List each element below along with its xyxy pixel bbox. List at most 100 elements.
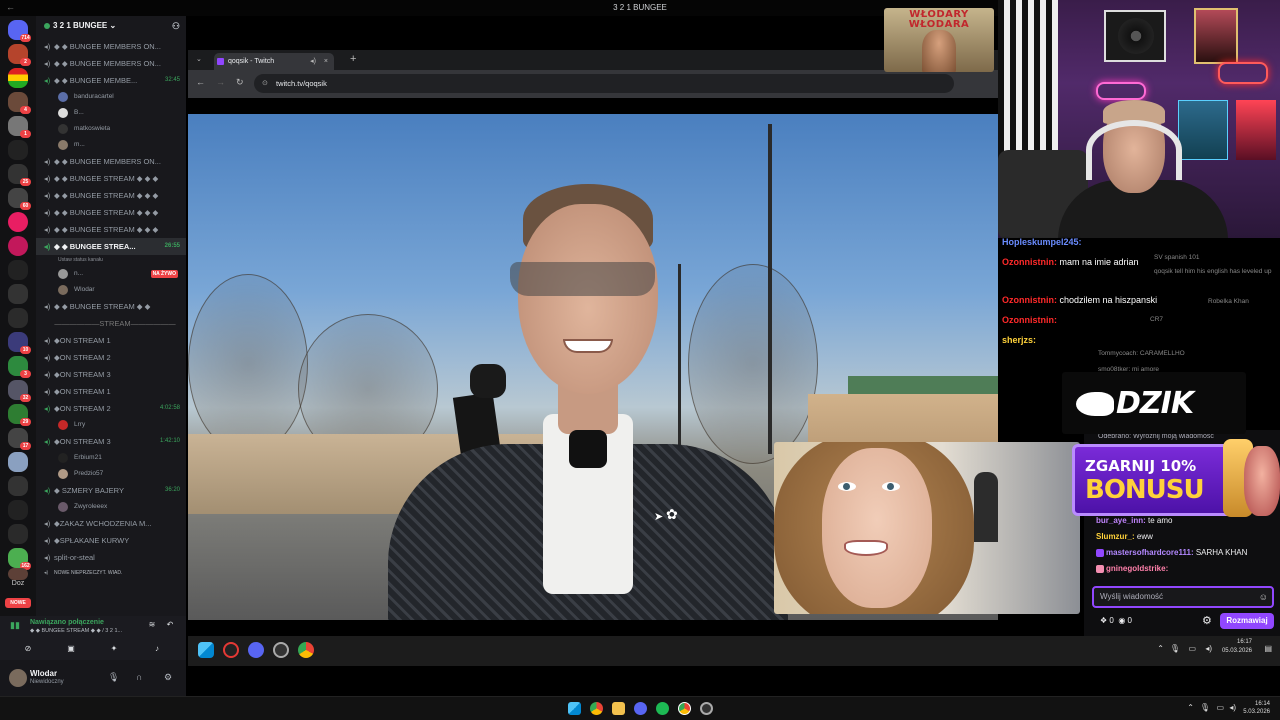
voice-channel[interactable]: ◂) ◆ON STREAM 1 xyxy=(36,383,186,400)
voice-channel[interactable]: ◂) ◆ ◆ BUNGEE MEMBERS ON... xyxy=(36,55,186,72)
chat-username[interactable]: mastersofhardcore111: xyxy=(1106,548,1194,557)
server-icon-home[interactable]: 714 xyxy=(8,20,31,42)
server-icon[interactable] xyxy=(8,524,28,544)
chrome-icon[interactable] xyxy=(298,642,314,658)
server-icon[interactable] xyxy=(8,236,28,256)
voice-channel[interactable]: ◂) ◆ ◆ BUNGEE STREAM ◆ ◆ xyxy=(36,298,186,315)
new-messages-pill[interactable]: NOWE xyxy=(5,598,31,608)
taskbar-clock[interactable]: 16:14 5.03.2026 xyxy=(1243,700,1270,716)
voice-status[interactable]: Nawiązano połączenie xyxy=(30,619,104,626)
voice-user[interactable]: Zwyroleeex xyxy=(36,499,186,515)
server-icon[interactable] xyxy=(8,500,28,520)
chat-input[interactable]: Wyślij wiadomość ☺ xyxy=(1092,586,1274,608)
voice-user[interactable]: B... xyxy=(36,105,186,121)
activities-icon[interactable]: ✦ xyxy=(104,642,124,656)
browser-tab[interactable]: qoqsik - Twitch ◂) × xyxy=(214,53,334,70)
voice-channel[interactable]: ◂) ◆ ◆ BUNGEE STREAM ◆ ◆ ◆ xyxy=(36,204,186,221)
opera-icon[interactable] xyxy=(223,642,239,658)
server-icon[interactable] xyxy=(8,308,28,328)
voice-user[interactable]: Predzio57 xyxy=(36,466,186,482)
voice-channel[interactable]: ◂) ◆ZAKAZ WCHODZENIA M... xyxy=(36,515,186,532)
server-icon[interactable]: 4 xyxy=(8,92,31,114)
server-icon[interactable]: 3 xyxy=(8,356,31,378)
server-icon[interactable] xyxy=(8,140,28,160)
chrome-icon[interactable] xyxy=(590,702,603,715)
voice-user[interactable]: n... NA ŻYWO xyxy=(36,266,186,282)
voice-channel[interactable]: ◂) ◆ SZMERY BAJERY 36:20 xyxy=(36,482,186,499)
server-icon[interactable] xyxy=(8,212,28,232)
voice-channel[interactable]: ◂) split-or-steal xyxy=(36,549,186,566)
headphones-icon[interactable]: ∩ xyxy=(136,672,142,682)
address-bar[interactable]: ⊙ twitch.tv/qoqsik xyxy=(254,74,954,93)
emote-picker-icon[interactable]: ☺ xyxy=(1259,588,1268,606)
server-icon[interactable]: 25 xyxy=(8,164,31,186)
new-unread-banner[interactable]: ◂) NOWE NIEPRZECZYT. WIAD. xyxy=(36,566,186,580)
discord-icon[interactable] xyxy=(248,642,264,658)
voice-channel[interactable]: ◂) ◆ON STREAM 3 1:42:10 xyxy=(36,433,186,450)
server-icon[interactable]: 32 xyxy=(8,380,31,402)
chevron-up-icon[interactable]: ⌃ xyxy=(1187,703,1194,712)
volume-icon[interactable]: ◂) xyxy=(1229,703,1236,712)
inner-clock[interactable]: 16:17 05.03.2026 xyxy=(1222,638,1252,656)
chevron-down-icon[interactable]: ⌄ xyxy=(196,55,202,63)
channel-status[interactable]: Ustaw status kanału xyxy=(36,255,186,266)
chat-send-button[interactable]: Rozmawiaj xyxy=(1220,613,1274,629)
voice-channel[interactable]: ◂) ◆ ◆ BUNGEE STREAM ◆ ◆ ◆ xyxy=(36,221,186,238)
screen-share-icon[interactable]: ▣ xyxy=(61,642,81,656)
volume-icon[interactable]: ◂) xyxy=(1205,644,1212,653)
chat-username[interactable]: bur_aye_inn: xyxy=(1096,516,1146,525)
camera-off-icon[interactable]: ⊘ xyxy=(18,642,38,656)
new-tab-icon[interactable]: + xyxy=(350,53,356,65)
windows-start-icon[interactable] xyxy=(568,702,581,715)
server-icon[interactable]: 17 xyxy=(8,428,31,450)
server-icon[interactable] xyxy=(8,452,28,472)
avatar[interactable] xyxy=(9,669,27,687)
voice-channel-path[interactable]: ◆ ◆ BUNGEE STREAM ◆ ◆ / 3 2 1... xyxy=(30,628,122,634)
spotify-icon[interactable] xyxy=(656,702,669,715)
audio-icon[interactable]: ◂) xyxy=(310,53,316,70)
app-icon[interactable] xyxy=(273,642,289,658)
reload-icon[interactable]: ↻ xyxy=(236,77,244,88)
voice-channel[interactable]: ◂) ◆ ◆ BUNGEE MEMBERS ON... xyxy=(36,38,186,55)
voice-channel[interactable]: ◂) ◆ON STREAM 2 4:02:58 xyxy=(36,400,186,417)
server-icon[interactable]: 60 xyxy=(8,188,31,210)
server-icon[interactable] xyxy=(8,476,28,496)
server-icon[interactable]: 162 xyxy=(8,548,31,570)
voice-user[interactable]: Erbium21 xyxy=(36,450,186,466)
category-separator[interactable]: ——————STREAM—————— xyxy=(36,315,186,332)
voice-channel[interactable]: ◂) ◆ ◆ BUNGEE STREAM ◆ ◆ ◆ xyxy=(36,170,186,187)
microphone-icon[interactable]: 🎙︎ xyxy=(1170,644,1180,653)
chat-username[interactable]: Slumzur_: xyxy=(1096,532,1135,541)
gear-icon[interactable]: ⚙ xyxy=(1202,614,1212,627)
noise-icon[interactable]: ≋ xyxy=(142,618,162,632)
app-icon[interactable] xyxy=(700,702,713,715)
voice-user[interactable]: Wlodar xyxy=(36,282,186,298)
disconnect-icon[interactable]: ↶ xyxy=(160,618,180,632)
invite-people-icon[interactable]: ⚇ xyxy=(172,21,180,32)
soundboard-icon[interactable]: ♪ xyxy=(147,642,167,656)
wifi-icon[interactable]: ▭ xyxy=(1216,703,1224,712)
display-icon[interactable]: ▭ xyxy=(1188,644,1196,653)
server-icon[interactable]: 2 xyxy=(8,44,31,66)
voice-channel[interactable]: ◂) ◆SPŁAKANE KURWY xyxy=(36,532,186,549)
file-explorer-icon[interactable] xyxy=(612,702,625,715)
server-icon[interactable]: 1 xyxy=(8,116,31,138)
forward-icon[interactable]: → xyxy=(216,77,225,87)
gear-icon[interactable]: ⚙ xyxy=(164,672,172,683)
voice-user[interactable]: matkoswieta xyxy=(36,121,186,137)
server-icon[interactable] xyxy=(8,568,28,580)
voice-channel-active[interactable]: ◂) ◆ ◆ BUNGEE STREA... 26:55 xyxy=(36,238,186,255)
voice-channel[interactable]: ◂) ◆ ◆ BUNGEE STREAM ◆ ◆ ◆ xyxy=(36,187,186,204)
chevron-up-icon[interactable]: ⌃ xyxy=(1157,644,1164,653)
channel-points[interactable]: ❖ 0 ◉ 0 xyxy=(1100,616,1132,625)
microphone-icon[interactable]: 🎙︎ xyxy=(108,672,119,683)
windows-start-icon[interactable] xyxy=(198,642,214,658)
voice-channel[interactable]: ◂) ◆ ◆ BUNGEE MEMBE... 32:45 xyxy=(36,72,186,89)
voice-user[interactable]: m... xyxy=(36,137,186,153)
discord-icon[interactable] xyxy=(634,702,647,715)
close-icon[interactable]: × xyxy=(324,53,328,70)
server-icon[interactable]: 29 xyxy=(8,404,31,426)
voice-channel[interactable]: ◂) ◆ON STREAM 1 xyxy=(36,332,186,349)
chrome-icon[interactable] xyxy=(678,702,691,715)
voice-channel[interactable]: ◂) ◆ON STREAM 2 xyxy=(36,349,186,366)
